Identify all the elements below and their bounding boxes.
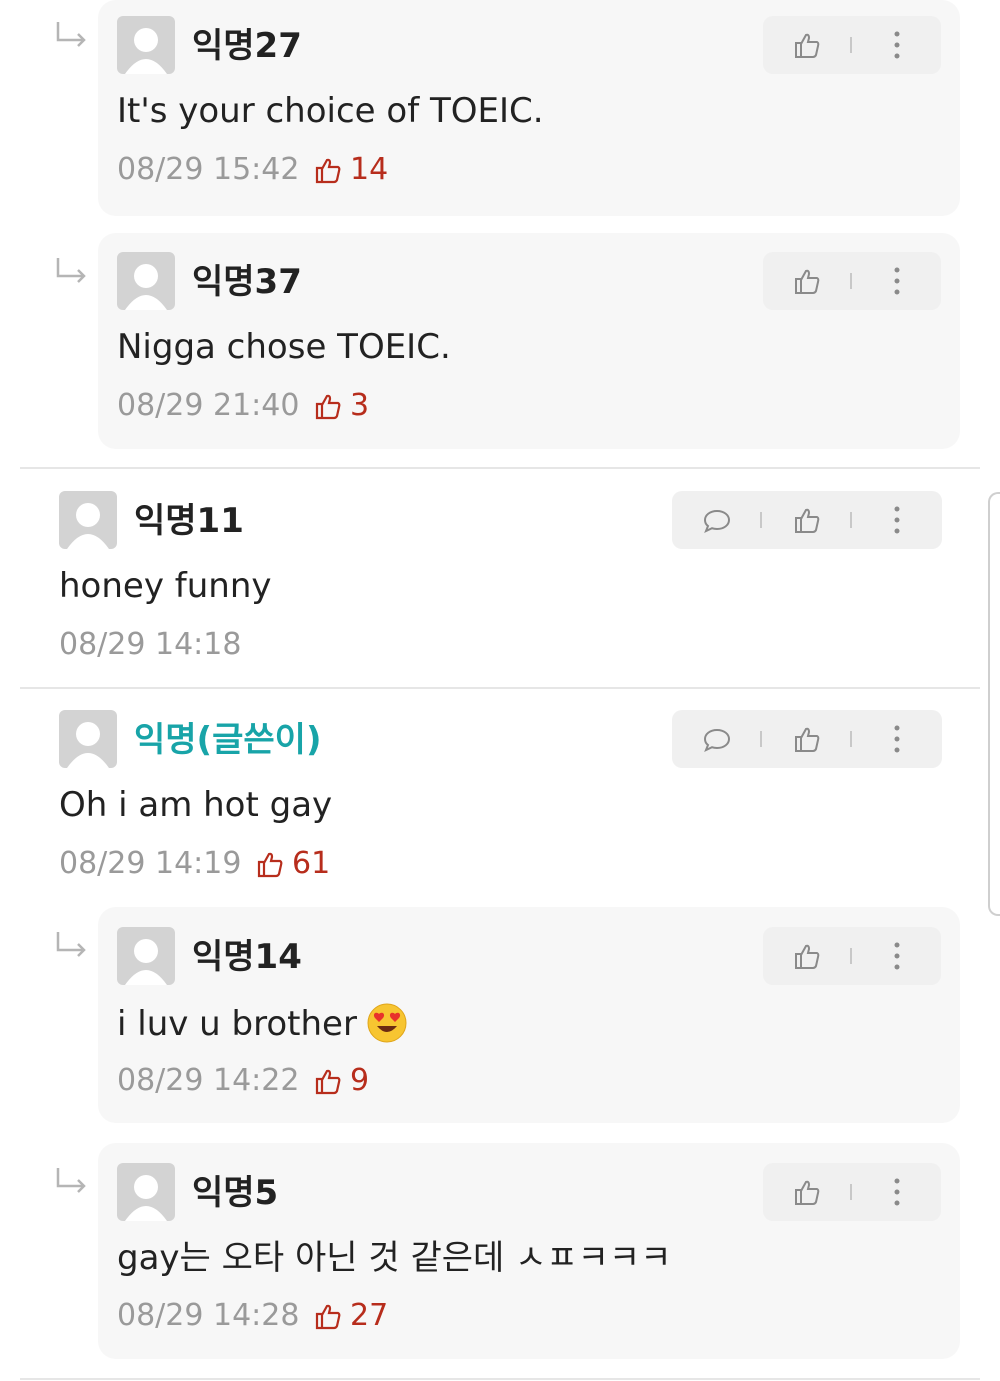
divider <box>850 512 852 528</box>
nickname: 익명27 <box>192 26 302 66</box>
vertical-dots-icon[interactable] <box>892 941 902 971</box>
thumbs-up-icon <box>315 158 341 184</box>
comment-action-bar <box>672 491 942 549</box>
avatar-placeholder-icon[interactable] <box>59 491 117 549</box>
vertical-dots-icon[interactable] <box>892 724 902 754</box>
reply-arrow-icon <box>56 22 86 47</box>
speech-bubble-icon[interactable] <box>702 724 732 754</box>
comment-text: honey funny <box>59 566 272 606</box>
reply-action-bar <box>763 16 941 74</box>
thumbs-up-icon[interactable] <box>792 505 822 535</box>
like-count: 9 <box>350 1063 370 1098</box>
divider <box>850 1184 852 1200</box>
scrollbar[interactable] <box>988 492 1000 916</box>
thumbs-up-icon[interactable] <box>792 724 822 754</box>
comment-text-row: i luv u brother <box>117 1003 407 1044</box>
reply-action-bar <box>763 252 941 310</box>
avatar-placeholder-icon[interactable] <box>117 927 175 985</box>
divider <box>850 731 852 747</box>
divider <box>20 467 980 469</box>
reply-action-bar <box>763 927 941 985</box>
timestamp: 08/29 14:19 <box>59 846 242 881</box>
divider <box>760 731 762 747</box>
timestamp: 08/29 14:22 <box>117 1063 300 1098</box>
heart-eyes-emoji-icon <box>367 1003 407 1043</box>
thumbs-up-icon <box>315 1304 341 1330</box>
comment-text: Oh i am hot gay <box>59 785 333 825</box>
speech-bubble-icon[interactable] <box>702 505 732 535</box>
comment-text: It's your choice of TOEIC. <box>117 91 544 131</box>
comment-text: gay는 오타 아닌 것 같은데 ㅅㅍㅋㅋㅋ <box>117 1238 672 1278</box>
timestamp: 08/29 14:28 <box>117 1298 300 1333</box>
divider <box>850 37 852 53</box>
vertical-dots-icon[interactable] <box>892 266 902 296</box>
reply-card: 익명27 It's your choice of TOEIC. 08/29 15… <box>98 0 960 216</box>
like-count: 27 <box>350 1298 389 1333</box>
divider <box>20 1378 980 1380</box>
thumbs-up-icon <box>315 394 341 420</box>
vertical-dots-icon[interactable] <box>892 505 902 535</box>
avatar-placeholder-icon[interactable] <box>117 16 175 74</box>
thumbs-up-icon <box>315 1069 341 1095</box>
reply-arrow-icon <box>56 1168 86 1193</box>
comment-item: 익명11 honey funny 08/29 14:18 <box>0 470 1000 686</box>
reply-card: 익명37 Nigga chose TOEIC. 08/29 21:40 3 <box>98 233 960 449</box>
divider <box>850 273 852 289</box>
divider <box>20 687 980 689</box>
reply-card: 익명14 i luv u brother 08/29 14:22 9 <box>98 907 960 1123</box>
comment-text: i luv u brother <box>117 1004 357 1044</box>
reply-arrow-icon <box>56 932 86 957</box>
nickname: 익명5 <box>192 1173 279 1213</box>
avatar-placeholder-icon[interactable] <box>117 252 175 310</box>
divider <box>850 948 852 964</box>
reply-card: 익명5 gay는 오타 아닌 것 같은데 ㅅㅍㅋㅋㅋ 08/29 14:28 2… <box>98 1143 960 1359</box>
avatar-placeholder-icon[interactable] <box>59 710 117 768</box>
nickname: 익명37 <box>192 262 302 302</box>
divider <box>760 512 762 528</box>
timestamp: 08/29 14:18 <box>59 627 242 662</box>
like-count: 14 <box>350 152 389 187</box>
timestamp: 08/29 15:42 <box>117 152 300 187</box>
nickname: 익명14 <box>192 937 302 977</box>
comment-text: Nigga chose TOEIC. <box>117 327 451 367</box>
reply-action-bar <box>763 1163 941 1221</box>
thumbs-up-icon <box>257 852 283 878</box>
timestamp: 08/29 21:40 <box>117 388 300 423</box>
nickname-author: 익명(글쓴이) <box>134 720 322 760</box>
thumbs-up-icon[interactable] <box>792 266 822 296</box>
like-count: 61 <box>292 846 331 881</box>
thumbs-up-icon[interactable] <box>792 941 822 971</box>
thumbs-up-icon[interactable] <box>792 1177 822 1207</box>
like-count: 3 <box>350 388 370 423</box>
avatar-placeholder-icon[interactable] <box>117 1163 175 1221</box>
comment-item: 익명(글쓴이) Oh i am hot gay 08/29 14:19 61 <box>0 690 1000 906</box>
thumbs-up-icon[interactable] <box>792 30 822 60</box>
nickname: 익명11 <box>134 501 244 541</box>
vertical-dots-icon[interactable] <box>892 1177 902 1207</box>
vertical-dots-icon[interactable] <box>892 30 902 60</box>
reply-arrow-icon <box>56 258 86 283</box>
comment-action-bar <box>672 710 942 768</box>
